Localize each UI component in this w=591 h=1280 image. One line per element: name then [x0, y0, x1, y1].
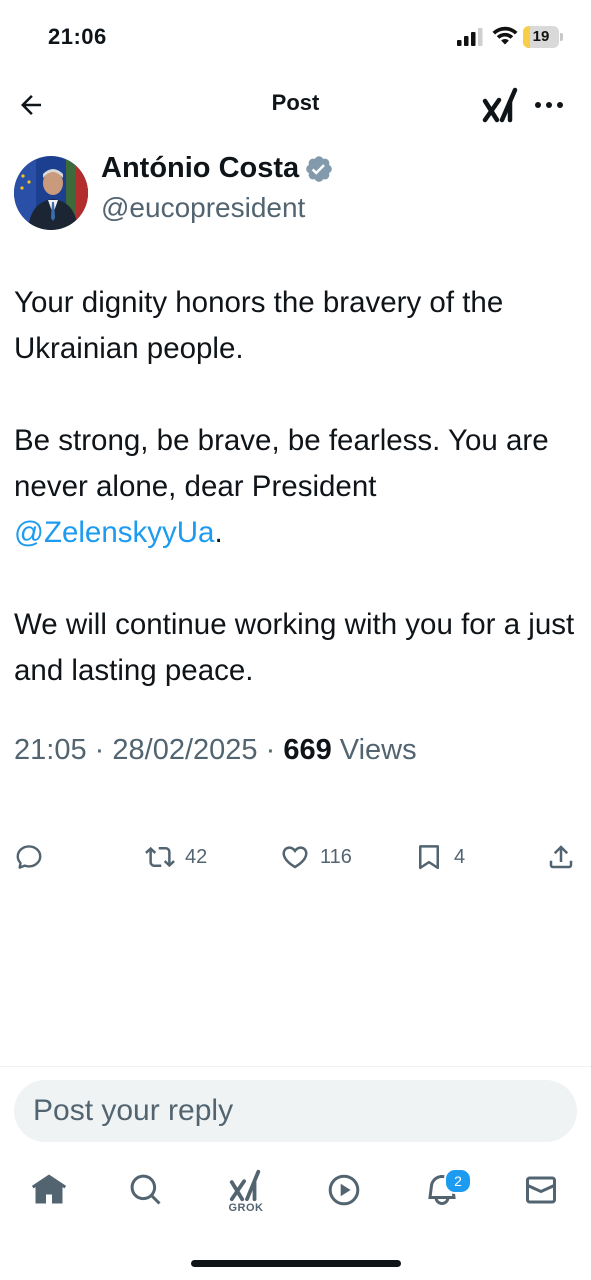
- nav-messages[interactable]: [511, 1158, 571, 1222]
- repost-count: 42: [185, 845, 208, 868]
- meta-separator: ·: [265, 734, 276, 766]
- video-icon: [328, 1174, 360, 1206]
- status-bar: 21:06 19: [0, 0, 591, 70]
- status-time: 21:06: [48, 24, 107, 49]
- nav-home[interactable]: [19, 1158, 79, 1222]
- views-label: Views: [339, 734, 417, 766]
- more-icon: [535, 102, 563, 108]
- grok-icon: [482, 87, 518, 123]
- heart-icon: [282, 846, 308, 869]
- home-indicator[interactable]: [191, 1260, 401, 1267]
- post-time[interactable]: 21:05: [14, 734, 87, 766]
- battery-level: 19: [532, 28, 550, 45]
- mention-link[interactable]: @ZelenskyyUa: [14, 516, 214, 549]
- reply-input[interactable]: [14, 1080, 577, 1142]
- search-icon: [130, 1174, 161, 1205]
- grok-button[interactable]: [482, 86, 520, 124]
- header: Post: [0, 78, 591, 132]
- notification-badge: 2: [444, 1168, 472, 1194]
- nav-notifications[interactable]: 2: [412, 1158, 472, 1222]
- bookmark-count: 4: [454, 845, 466, 868]
- bottom-nav: GROK 2: [0, 1158, 591, 1228]
- messages-icon: [525, 1176, 556, 1204]
- like-count: 116: [320, 845, 352, 868]
- author-name: António Costa: [101, 152, 300, 184]
- meta-separator: ·: [94, 734, 105, 766]
- post-date[interactable]: 28/02/2025: [112, 734, 257, 766]
- views-count: 669: [283, 734, 332, 766]
- repost-button[interactable]: 42: [145, 836, 207, 878]
- home-icon: [31, 1174, 67, 1204]
- nav-video[interactable]: [314, 1158, 374, 1222]
- post-paragraph-2: Be strong, be brave, be fearless. You ar…: [14, 418, 584, 556]
- post-paragraph-1: Your dignity honors the bravery of the U…: [14, 286, 504, 365]
- signal-icon: [457, 28, 483, 46]
- post-paragraph-3: We will continue working with you for a …: [14, 608, 575, 687]
- avatar-image: [14, 156, 88, 230]
- divider: [0, 1066, 591, 1067]
- post-paragraph-2-text: Be strong, be brave, be fearless. You ar…: [14, 424, 549, 503]
- reply-icon: [16, 845, 42, 869]
- share-button[interactable]: [546, 836, 576, 878]
- more-button[interactable]: [532, 90, 566, 120]
- bookmark-icon: [419, 845, 439, 870]
- repost-icon: [145, 846, 175, 868]
- post-actions: 42 116 4: [0, 836, 591, 878]
- battery-icon: 19: [523, 26, 563, 48]
- verified-badge-icon: [306, 155, 332, 182]
- grok-label: GROK: [228, 1202, 264, 1214]
- nav-search[interactable]: [116, 1158, 176, 1222]
- nav-grok[interactable]: GROK: [216, 1158, 276, 1222]
- reply-button[interactable]: [14, 836, 44, 878]
- author-handle[interactable]: @eucopresident: [101, 192, 305, 224]
- like-button[interactable]: 116: [280, 836, 352, 878]
- author-name-row[interactable]: António Costa: [101, 152, 334, 185]
- share-icon: [549, 845, 573, 869]
- post-text: Your dignity honors the bravery of the U…: [14, 280, 584, 694]
- post-paragraph-2-end: .: [214, 516, 223, 549]
- wifi-icon: [492, 26, 518, 45]
- grok-icon: [229, 1169, 261, 1202]
- post-meta: 21:05 · 28/02/2025 · 669 Views: [14, 734, 417, 767]
- bookmark-button[interactable]: 4: [414, 836, 465, 878]
- avatar[interactable]: [14, 156, 88, 230]
